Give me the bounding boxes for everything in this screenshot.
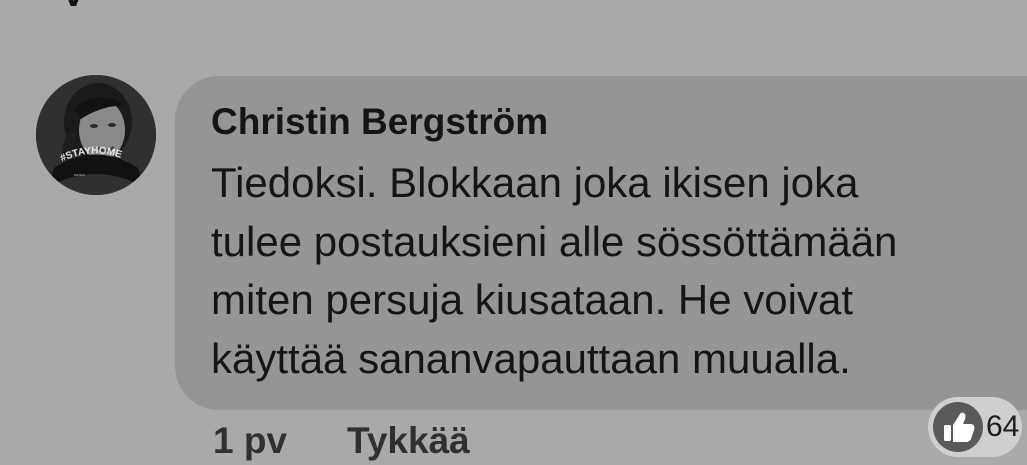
reaction-count: 64	[986, 410, 1020, 443]
like-button[interactable]: Tykkää	[347, 418, 470, 464]
previous-item-text-fragment: y	[62, 0, 102, 6]
comment-text-line: Tiedoksi. Blokkaan joka ikisen joka	[211, 159, 859, 206]
comment-text-line: käyttää sananvapauttaan muualla.	[211, 334, 851, 382]
comment-text-line: tulee postauksieni alle sössöttämään	[211, 217, 898, 265]
avatar-photo: #STAYHOME ••••••••	[36, 75, 156, 195]
comment-timestamp[interactable]: 1 pv	[213, 418, 287, 464]
comment-text-line: miten persuja kiusataan. He voivat	[211, 276, 853, 323]
comment-text: Tiedoksi. Blokkaan joka ikisen joka tule…	[211, 154, 1016, 388]
thumbs-up-icon	[933, 402, 983, 452]
avatar[interactable]: #STAYHOME ••••••••	[36, 75, 156, 195]
comment-author[interactable]: Christin Bergström	[211, 99, 548, 145]
svg-text:••••••••: ••••••••	[74, 172, 86, 177]
reaction-summary[interactable]: 64	[928, 397, 1022, 457]
